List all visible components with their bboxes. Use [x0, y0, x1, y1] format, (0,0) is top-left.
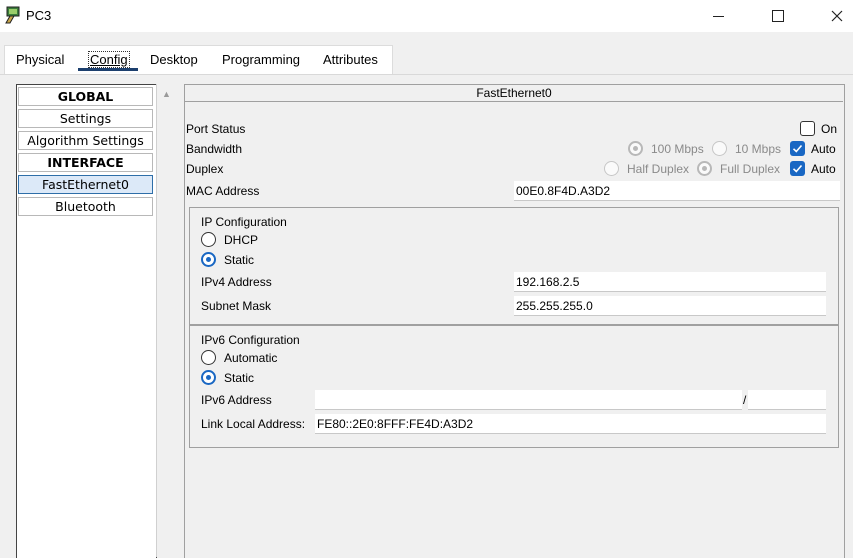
ipv4-dhcp-radio[interactable] — [201, 232, 216, 247]
half-duplex-radio[interactable] — [604, 161, 619, 176]
checkmark-icon — [792, 164, 803, 173]
port-status-label: Port Status — [186, 122, 246, 136]
ipv4-address-field[interactable]: 192.168.2.5 — [514, 272, 826, 292]
tab-desktop[interactable]: Desktop — [150, 52, 198, 67]
tab-programming[interactable]: Programming — [222, 52, 300, 67]
link-local-address-field: FE80::2E0:8FFF:FE4D:A3D2 — [315, 414, 826, 434]
panel-title: FastEthernet0 — [185, 84, 843, 102]
mac-address-label: MAC Address — [186, 184, 260, 198]
duplex-label: Duplex — [186, 162, 224, 176]
maximize-button[interactable] — [755, 0, 801, 32]
close-icon — [831, 10, 843, 22]
bandwidth-auto-checkbox[interactable] — [790, 141, 805, 156]
ipv6-prefix-separator: / — [743, 393, 747, 407]
ipv4-static-label: Static — [224, 253, 255, 267]
ipv4-config-title: IP Configuration — [201, 215, 287, 229]
half-duplex-label: Half Duplex — [627, 162, 690, 176]
duplex-auto-label: Auto — [811, 162, 836, 176]
checkmark-icon — [792, 144, 803, 153]
subnet-mask-label: Subnet Mask — [201, 299, 272, 313]
bandwidth-100-radio[interactable] — [628, 141, 643, 156]
ipv6-static-radio[interactable] — [201, 370, 216, 385]
sidebar-header-interface: INTERFACE — [18, 153, 153, 172]
active-tab-indicator — [78, 68, 138, 71]
pc-app-icon — [4, 6, 22, 24]
minimize-icon — [712, 15, 724, 17]
sidebar-item-fastethernet0[interactable]: FastEthernet0 — [18, 175, 153, 194]
close-button[interactable] — [814, 0, 853, 32]
bandwidth-auto-label: Auto — [811, 142, 836, 156]
bandwidth-10-label: 10 Mbps — [735, 142, 782, 156]
sidebar-header-global: GLOBAL — [18, 87, 153, 106]
full-duplex-label: Full Duplex — [720, 162, 781, 176]
tab-config[interactable]: Config — [88, 51, 130, 68]
panel-title-text: FastEthernet0 — [476, 85, 552, 100]
ipv6-static-label: Static — [224, 371, 255, 385]
duplex-auto-checkbox[interactable] — [790, 161, 805, 176]
minimize-button[interactable] — [695, 0, 741, 32]
port-status-on-checkbox[interactable] — [800, 121, 815, 136]
link-local-address-label: Link Local Address: — [201, 417, 306, 431]
maximize-icon — [772, 10, 784, 22]
ipv6-address-label: IPv6 Address — [201, 393, 272, 407]
ipv6-automatic-radio[interactable] — [201, 350, 216, 365]
sidebar-item-bluetooth[interactable]: Bluetooth — [18, 197, 153, 216]
ipv6-prefix-field[interactable] — [748, 390, 826, 410]
ipv6-config-title: IPv6 Configuration — [201, 333, 300, 347]
ipv6-address-field[interactable] — [315, 390, 742, 410]
ipv4-static-radio[interactable] — [201, 252, 216, 267]
tab-attributes[interactable]: Attributes — [323, 52, 378, 67]
bandwidth-10-radio[interactable] — [712, 141, 727, 156]
ipv4-dhcp-label: DHCP — [224, 233, 259, 247]
bandwidth-label: Bandwidth — [186, 142, 243, 156]
window-title: PC3 — [26, 8, 52, 23]
port-status-on-label: On — [821, 122, 838, 136]
scroll-up-icon[interactable]: ▲ — [162, 89, 171, 99]
ipv4-address-label: IPv4 Address — [201, 275, 272, 289]
sidebar-item-settings[interactable]: Settings — [18, 109, 153, 128]
sidebar-item-algorithm-settings[interactable]: Algorithm Settings — [18, 131, 153, 150]
full-duplex-radio[interactable] — [697, 161, 712, 176]
sidebar-scrollbar[interactable]: ▲ — [156, 84, 179, 557]
subnet-mask-field[interactable]: 255.255.255.0 — [514, 296, 826, 316]
tab-config-label: Config — [88, 51, 130, 68]
tab-physical[interactable]: Physical — [16, 52, 64, 67]
bandwidth-100-label: 100 Mbps — [651, 142, 704, 156]
mac-address-field[interactable]: 00E0.8F4D.A3D2 — [514, 181, 840, 201]
ipv6-automatic-label: Automatic — [224, 351, 278, 365]
